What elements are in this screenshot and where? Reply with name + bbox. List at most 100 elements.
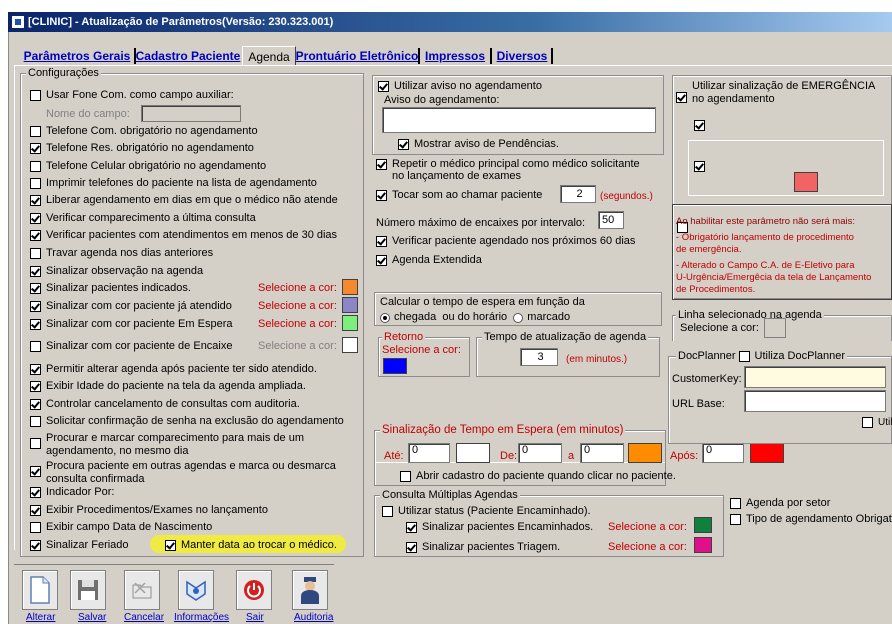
de-input[interactable]: 0 — [518, 443, 562, 463]
tab-prontuario-eletronico[interactable]: Prontuário Eletrônico — [296, 46, 419, 66]
sair-label[interactable]: Sair — [246, 612, 264, 623]
encaixes-input[interactable]: 50 — [598, 211, 624, 229]
config-item-checkbox[interactable]: Exibir Idade do paciente na tela da agen… — [30, 380, 306, 393]
verificar60-checkbox[interactable]: Verificar paciente agendado nos próximos… — [376, 235, 635, 248]
config-item-checkbox[interactable]: Usar Fone Com. como campo auxiliar: — [30, 89, 234, 102]
config-item-checkbox[interactable]: Imprimir telefones do paciente na lista … — [30, 177, 317, 190]
utilizar-status-check[interactable] — [382, 506, 393, 517]
salvar-button[interactable] — [70, 570, 106, 610]
config-item-check[interactable] — [30, 161, 41, 172]
manter-data-check[interactable] — [165, 540, 176, 551]
url-base-input[interactable] — [744, 390, 886, 412]
pendencias-check[interactable] — [398, 139, 409, 150]
radio-marcado[interactable] — [513, 312, 524, 323]
config-item-checkbox[interactable]: Telefone Celular obrigatório no agendame… — [30, 160, 266, 173]
tipo-obrigatorio-check[interactable] — [730, 514, 741, 525]
tipo-obrigatorio-checkbox[interactable]: Tipo de agendamento Obrigatório — [730, 513, 892, 526]
ate-input[interactable]: 0 — [408, 443, 450, 463]
tempo-input[interactable]: 3 — [520, 348, 558, 366]
config-item-check[interactable] — [30, 438, 41, 449]
config-color-swatch[interactable] — [342, 297, 358, 313]
config-item-checkbox[interactable]: Sinalizar pacientes indicados. — [30, 282, 191, 295]
auditoria-label[interactable]: Auditoria — [294, 612, 333, 623]
config-color-swatch[interactable] — [342, 337, 358, 353]
a-input[interactable]: 0 — [580, 443, 624, 463]
config-item-checkbox[interactable]: Procura paciente em outras agendas e mar… — [30, 460, 336, 486]
verificar60-check[interactable] — [376, 236, 387, 247]
encaminhados-check[interactable] — [406, 522, 417, 533]
config-color-swatch[interactable] — [342, 315, 358, 331]
ate-color-swatch[interactable] — [456, 443, 490, 463]
config-item-check[interactable] — [30, 381, 41, 392]
agenda-por-setor-check[interactable] — [730, 498, 741, 509]
repetir-medico-check[interactable] — [376, 159, 387, 170]
tab-cadastro-paciente[interactable]: Cadastro Paciente — [136, 46, 241, 66]
alterar-button[interactable] — [22, 570, 58, 610]
config-item-checkbox[interactable]: Procurar e marcar comparecimento para ma… — [30, 432, 304, 458]
emergencia-sub1-check[interactable] — [694, 120, 705, 131]
config-item-checkbox[interactable]: Exibir Procedimentos/Exames no lançament… — [30, 504, 268, 517]
tab-impressos[interactable]: Impressos — [422, 46, 488, 66]
agenda-extendida-checkbox[interactable]: Agenda Extendida — [376, 254, 482, 267]
radio-chegada[interactable] — [380, 312, 390, 323]
emergencia-check[interactable] — [676, 92, 687, 103]
cancelar-button[interactable] — [124, 570, 160, 610]
config-item-check[interactable] — [30, 319, 41, 330]
config-item-checkbox[interactable]: Telefone Res. obrigatório no agendamento — [30, 142, 254, 155]
config-item-checkbox[interactable]: Sinalizar observação na agenda — [30, 265, 203, 278]
agenda-extendida-check[interactable] — [376, 255, 387, 266]
docplanner-check[interactable] — [738, 351, 750, 362]
tocar-som-seconds-input[interactable]: 2 — [560, 185, 596, 203]
config-item-check[interactable] — [30, 143, 41, 154]
utilizar-aviso-check[interactable] — [378, 81, 389, 92]
config-item-checkbox[interactable]: Telefone Com. obrigatório no agendamento — [30, 125, 258, 138]
config-item-check[interactable] — [30, 248, 41, 259]
informacoes-label[interactable]: Informações — [174, 612, 229, 623]
config-item-checkbox[interactable]: Permitir alterar agenda após paciente te… — [30, 363, 317, 376]
config-item-check[interactable] — [30, 364, 41, 375]
config-item-checkbox[interactable]: Sinalizar com cor paciente de Encaixe — [30, 340, 232, 353]
config-item-check[interactable] — [30, 540, 41, 551]
config-item-check[interactable] — [30, 230, 41, 241]
tab-diversos[interactable]: Diversos — [494, 46, 550, 66]
abrir-cadastro-checkbox[interactable]: Abrir cadastro do paciente quando clicar… — [400, 470, 676, 483]
config-item-check[interactable] — [30, 416, 41, 427]
auditoria-button[interactable] — [292, 570, 328, 610]
config-item-checkbox[interactable]: Travar agenda nos dias anteriores — [30, 247, 213, 260]
utilizar-aviso-checkbox[interactable]: Utilizar aviso no agendamento — [378, 80, 542, 93]
sair-button[interactable] — [236, 570, 272, 610]
config-item-checkbox[interactable]: Solicitar confirmação de senha na exclus… — [30, 415, 344, 428]
config-item-check[interactable] — [30, 341, 41, 352]
apos-input[interactable]: 0 — [702, 443, 744, 463]
config-color-swatch[interactable] — [342, 279, 358, 295]
triagem-check[interactable] — [406, 542, 417, 553]
emergencia-checkbox[interactable]: Utilizar sinalização de EMERGÊNCIA no age… — [676, 80, 875, 106]
tocar-som-check[interactable] — [376, 190, 387, 201]
triagem-color-swatch[interactable] — [694, 537, 712, 553]
config-item-checkbox[interactable]: Sinalizar Feriado — [30, 539, 129, 552]
config-item-check[interactable] — [30, 301, 41, 312]
customer-key-input[interactable] — [744, 366, 886, 388]
encaminhados-checkbox[interactable]: Sinalizar pacientes Encaminhados. — [406, 521, 593, 534]
config-item-check[interactable] — [30, 283, 41, 294]
alterar-label[interactable]: Alterar — [26, 612, 55, 623]
cancelar-label[interactable]: Cancelar — [124, 612, 164, 623]
config-item-checkbox[interactable]: Verificar pacientes com atendimentos em … — [30, 229, 337, 242]
tab-agenda[interactable]: Agenda — [242, 46, 296, 66]
config-item-checkbox[interactable]: Indicador Por: — [30, 486, 114, 499]
config-item-check[interactable] — [30, 505, 41, 516]
apos-color-swatch[interactable] — [750, 443, 784, 463]
config-item-checkbox[interactable]: Sinalizar com cor paciente Em Espera — [30, 318, 232, 331]
config-item-check[interactable] — [30, 466, 41, 477]
informacoes-button[interactable] — [178, 570, 214, 610]
retorno-color-swatch[interactable] — [383, 358, 407, 374]
config-item-checkbox[interactable]: Liberar agendamento em dias em que o méd… — [30, 194, 338, 207]
manter-data-checkbox[interactable]: Manter data ao trocar o médico. — [165, 539, 337, 552]
config-item-check[interactable] — [30, 399, 41, 410]
config-item-check[interactable] — [30, 195, 41, 206]
config-item-checkbox[interactable]: Exibir campo Data de Nascimento — [30, 521, 212, 534]
config-item-checkbox[interactable]: Controlar cancelamento de consultas com … — [30, 398, 300, 411]
config-item-check[interactable] — [30, 178, 41, 189]
config-item-check[interactable] — [30, 126, 41, 137]
utilizar-status-checkbox[interactable]: Utilizar status (Paciente Encaminhado). — [382, 505, 591, 518]
